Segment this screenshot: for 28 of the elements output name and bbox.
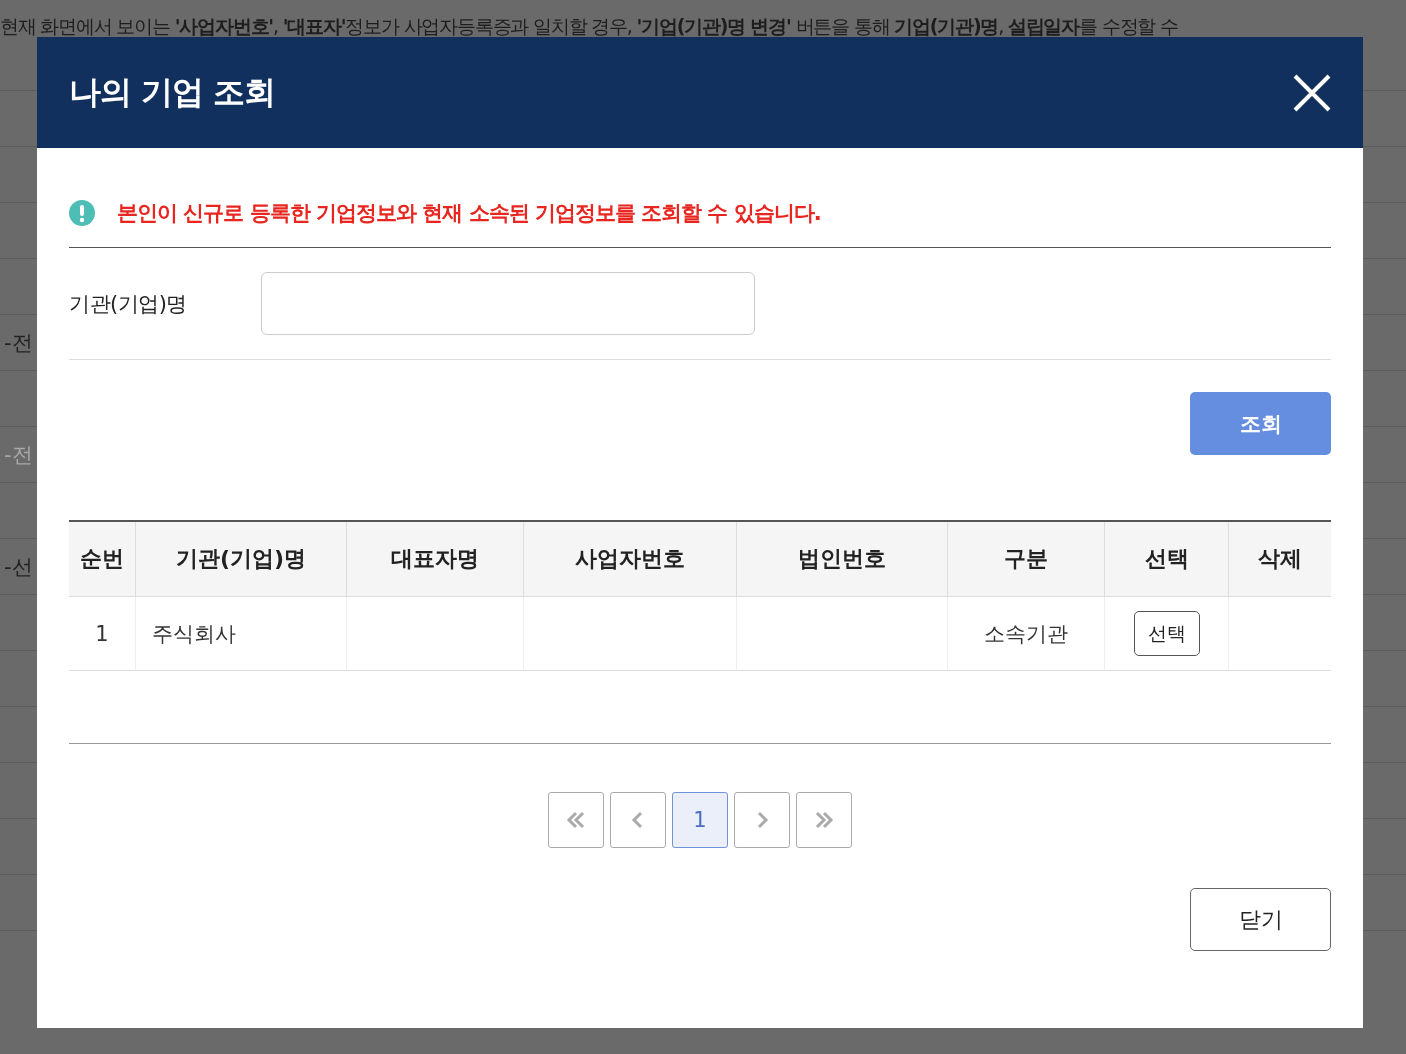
left-chevron-icon[interactable] xyxy=(610,792,666,848)
notice-text: 본인이 신규로 등록한 기업정보와 현재 소속된 기업정보를 조회할 수 있습니다. xyxy=(117,199,821,227)
column-header: 선택 xyxy=(1104,521,1229,597)
field-label: 기관(기업)명 xyxy=(69,290,188,318)
name-input-field[interactable] xyxy=(261,272,755,335)
alert-icon xyxy=(69,199,95,226)
table-cell: 1 xyxy=(69,596,136,671)
column-header: 사업자번호 xyxy=(523,521,737,597)
close-icon[interactable] xyxy=(1293,73,1331,112)
column-header: 순번 xyxy=(69,521,136,597)
background-text: -선 xyxy=(4,553,33,581)
table-cell: 주식회사 xyxy=(135,596,347,671)
column-header: 기관(기업)명 xyxy=(135,521,347,597)
background-notice: 현재 화면에서 보이는 '사업자번호', '대표자'정보가 사업자등록증과 일치할 경우, '기업(기관)명 변경' 버튼을 통해 기업(기관)명, 설립일자를 수정할 수 xyxy=(0,14,1179,39)
page-button[interactable]: 1 xyxy=(672,792,728,848)
table-cell: 소속기관 xyxy=(947,596,1105,671)
select-button[interactable]: 선택 xyxy=(1133,611,1200,656)
background-text: -전 xyxy=(4,329,33,357)
right-chevron-icon[interactable] xyxy=(734,792,790,848)
column-header: 법인번호 xyxy=(736,521,948,597)
dialog-title: 나의 기업 조회 xyxy=(69,71,276,113)
column-header: 삭제 xyxy=(1228,521,1331,597)
double-left-chevron-icon[interactable] xyxy=(548,792,604,848)
close-button[interactable]: 닫기 xyxy=(1190,888,1331,951)
background-text: -전 xyxy=(4,441,33,469)
double-right-chevron-icon[interactable] xyxy=(796,792,852,848)
column-header: 대표자명 xyxy=(346,521,524,597)
column-header: 구분 xyxy=(947,521,1105,597)
